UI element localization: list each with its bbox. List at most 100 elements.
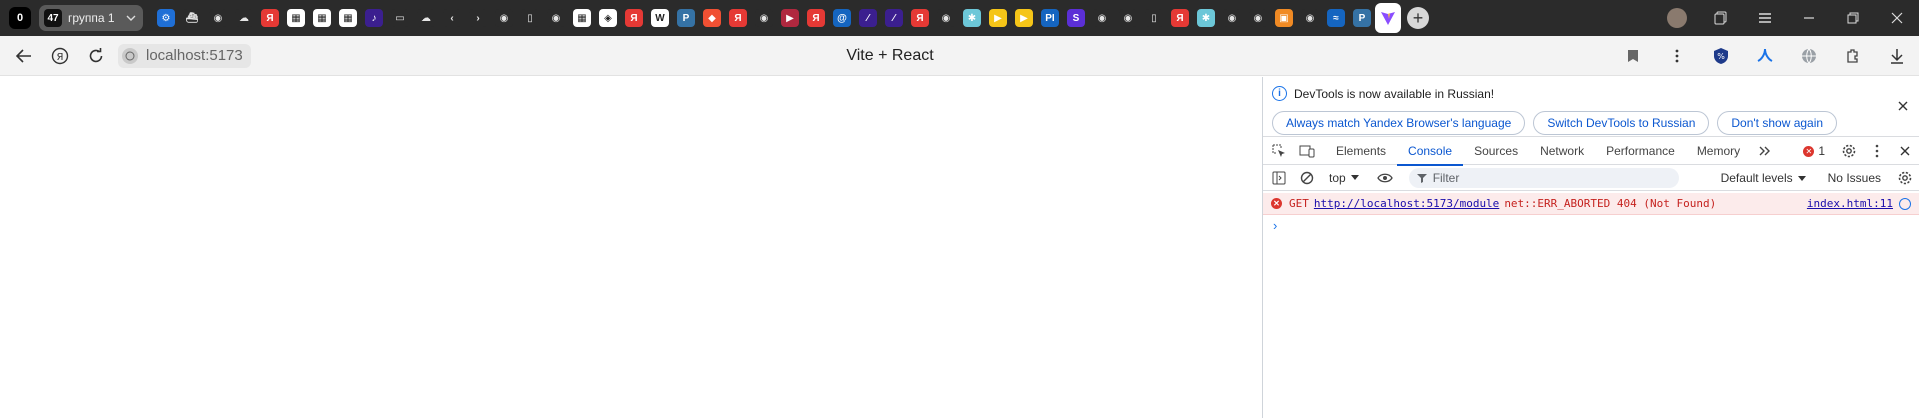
pdf-extension-icon[interactable] bbox=[1743, 36, 1787, 76]
console-settings-gear-icon[interactable] bbox=[1891, 164, 1919, 192]
tab-performance[interactable]: Performance bbox=[1595, 137, 1686, 165]
active-tab[interactable] bbox=[1375, 3, 1401, 33]
git-tab[interactable]: ◆ bbox=[699, 3, 725, 33]
close-icon[interactable] bbox=[1895, 98, 1911, 114]
puzzle-tab[interactable]: ✱ bbox=[1193, 3, 1219, 33]
sidebar-toggle-icon[interactable] bbox=[1265, 164, 1293, 192]
console-error-row[interactable]: ✕ GET http://localhost:5173/module net::… bbox=[1263, 193, 1919, 215]
cloud-tab[interactable]: ☁ bbox=[231, 3, 257, 33]
python-tab[interactable]: P bbox=[673, 3, 699, 33]
wave-tab[interactable]: ≈ bbox=[1323, 3, 1349, 33]
pi-tab[interactable]: PI bbox=[1037, 3, 1063, 33]
github-tab[interactable]: ◉ bbox=[1297, 3, 1323, 33]
tab-elements[interactable]: Elements bbox=[1325, 137, 1397, 165]
ship-tab[interactable]: ⛴ bbox=[179, 3, 205, 33]
issues-counter[interactable]: No Issues bbox=[1828, 171, 1881, 185]
play-tab[interactable]: ▶ bbox=[1011, 3, 1037, 33]
collections-button[interactable] bbox=[1699, 0, 1743, 36]
tab-sources[interactable]: Sources bbox=[1463, 137, 1529, 165]
github-tab[interactable]: ◉ bbox=[205, 3, 231, 33]
puzzle-tab[interactable]: ✱ bbox=[959, 3, 985, 33]
yandex-tab[interactable]: Я bbox=[907, 3, 933, 33]
tab-counter[interactable]: 0 bbox=[9, 7, 31, 29]
github-tab[interactable]: ◉ bbox=[1245, 3, 1271, 33]
grid-app-tab[interactable]: ▦ bbox=[309, 3, 335, 33]
discount-extension-icon[interactable]: % bbox=[1699, 36, 1743, 76]
filter-input[interactable]: Filter bbox=[1408, 167, 1679, 188]
more-tabs-icon[interactable] bbox=[1751, 137, 1779, 165]
yandex-tab[interactable]: Я bbox=[803, 3, 829, 33]
puzzle-icon: ✱ bbox=[1197, 9, 1215, 27]
stripe-tab[interactable]: ⁄ bbox=[881, 3, 907, 33]
back-button[interactable] bbox=[6, 38, 42, 74]
music-tab[interactable]: ♪ bbox=[361, 3, 387, 33]
tab-console[interactable]: Console bbox=[1397, 137, 1464, 166]
cloud-tab[interactable]: ☁ bbox=[413, 3, 439, 33]
squares-tab[interactable]: ▣ bbox=[1271, 3, 1297, 33]
reload-button[interactable] bbox=[78, 38, 114, 74]
error-counter[interactable]: ✕ 1 bbox=[1803, 144, 1825, 158]
downloads-icon[interactable] bbox=[1875, 36, 1919, 76]
bookmark-icon[interactable] bbox=[1611, 36, 1655, 76]
context-selector[interactable]: top bbox=[1329, 171, 1359, 185]
github-tab[interactable]: ◉ bbox=[1219, 3, 1245, 33]
log-levels-dropdown[interactable]: Default levels bbox=[1721, 171, 1806, 185]
forward-tab[interactable]: › bbox=[465, 3, 491, 33]
new-tab-button[interactable]: + bbox=[1407, 7, 1429, 29]
inspect-element-icon[interactable] bbox=[1265, 137, 1293, 165]
menu-button[interactable] bbox=[1743, 0, 1787, 36]
github-tab[interactable]: ◉ bbox=[491, 3, 517, 33]
grid-app-tab[interactable]: ▦ bbox=[335, 3, 361, 33]
yandex-tab[interactable]: Я bbox=[257, 3, 283, 33]
grid-app-tab[interactable]: ▦ bbox=[569, 3, 595, 33]
console-prompt[interactable]: › bbox=[1263, 215, 1919, 235]
close-devtools-icon[interactable] bbox=[1891, 137, 1919, 165]
s-tab[interactable]: S bbox=[1063, 3, 1089, 33]
folder-tab[interactable]: ▭ bbox=[387, 3, 413, 33]
document-tab[interactable]: ▯ bbox=[1141, 3, 1167, 33]
github-tab[interactable]: ◉ bbox=[543, 3, 569, 33]
live-expression-eye-icon[interactable] bbox=[1371, 164, 1399, 192]
globe-extension-icon[interactable] bbox=[1787, 36, 1831, 76]
switch-to-russian-button[interactable]: Switch DevTools to Russian bbox=[1533, 111, 1710, 135]
close-window-button[interactable] bbox=[1875, 0, 1919, 36]
settings-tab[interactable]: ⚙ bbox=[153, 3, 179, 33]
extensions-icon[interactable] bbox=[1831, 36, 1875, 76]
clear-console-icon[interactable] bbox=[1293, 164, 1321, 192]
python-tab[interactable]: P bbox=[1349, 3, 1375, 33]
more-options-icon[interactable] bbox=[1655, 36, 1699, 76]
tab-network[interactable]: Network bbox=[1529, 137, 1595, 165]
restore-button[interactable] bbox=[1831, 0, 1875, 36]
mail-tab[interactable]: @ bbox=[829, 3, 855, 33]
settings-gear-icon[interactable] bbox=[1835, 137, 1863, 165]
wikipedia-tab[interactable]: W bbox=[647, 3, 673, 33]
grid-app-tab[interactable]: ▦ bbox=[283, 3, 309, 33]
network-request-icon[interactable] bbox=[1899, 198, 1911, 210]
tab-group-chip[interactable]: 47 группа 1 bbox=[39, 5, 143, 31]
yandex-tab[interactable]: Я bbox=[725, 3, 751, 33]
profile-button[interactable] bbox=[1655, 0, 1699, 36]
github-tab[interactable]: ◉ bbox=[751, 3, 777, 33]
github-tab[interactable]: ◉ bbox=[1089, 3, 1115, 33]
back-tab[interactable]: ‹ bbox=[439, 3, 465, 33]
yandex-tab[interactable]: Я bbox=[1167, 3, 1193, 33]
error-url-link[interactable]: http://localhost:5173/module bbox=[1314, 197, 1499, 210]
github-tab[interactable]: ◉ bbox=[933, 3, 959, 33]
yandex-tab[interactable]: Я bbox=[621, 3, 647, 33]
minimize-button[interactable] bbox=[1787, 0, 1831, 36]
codepen-tab[interactable]: ◈ bbox=[595, 3, 621, 33]
device-toolbar-icon[interactable] bbox=[1293, 137, 1321, 165]
url-field[interactable]: localhost:5173 bbox=[118, 43, 251, 68]
source-link[interactable]: index.html:11 bbox=[1807, 197, 1893, 210]
tab-memory[interactable]: Memory bbox=[1686, 137, 1751, 165]
site-info-icon[interactable] bbox=[122, 47, 138, 64]
match-language-button[interactable]: Always match Yandex Browser's language bbox=[1272, 111, 1526, 135]
stripe-tab[interactable]: ⁄ bbox=[855, 3, 881, 33]
devtools-menu-icon[interactable] bbox=[1863, 137, 1891, 165]
video-tab[interactable]: ▶ bbox=[777, 3, 803, 33]
yandex-button[interactable]: Я bbox=[42, 38, 78, 74]
github-tab[interactable]: ◉ bbox=[1115, 3, 1141, 33]
dont-show-again-button[interactable]: Don't show again bbox=[1717, 111, 1838, 135]
document-tab[interactable]: ▯ bbox=[517, 3, 543, 33]
play-tab[interactable]: ▶ bbox=[985, 3, 1011, 33]
